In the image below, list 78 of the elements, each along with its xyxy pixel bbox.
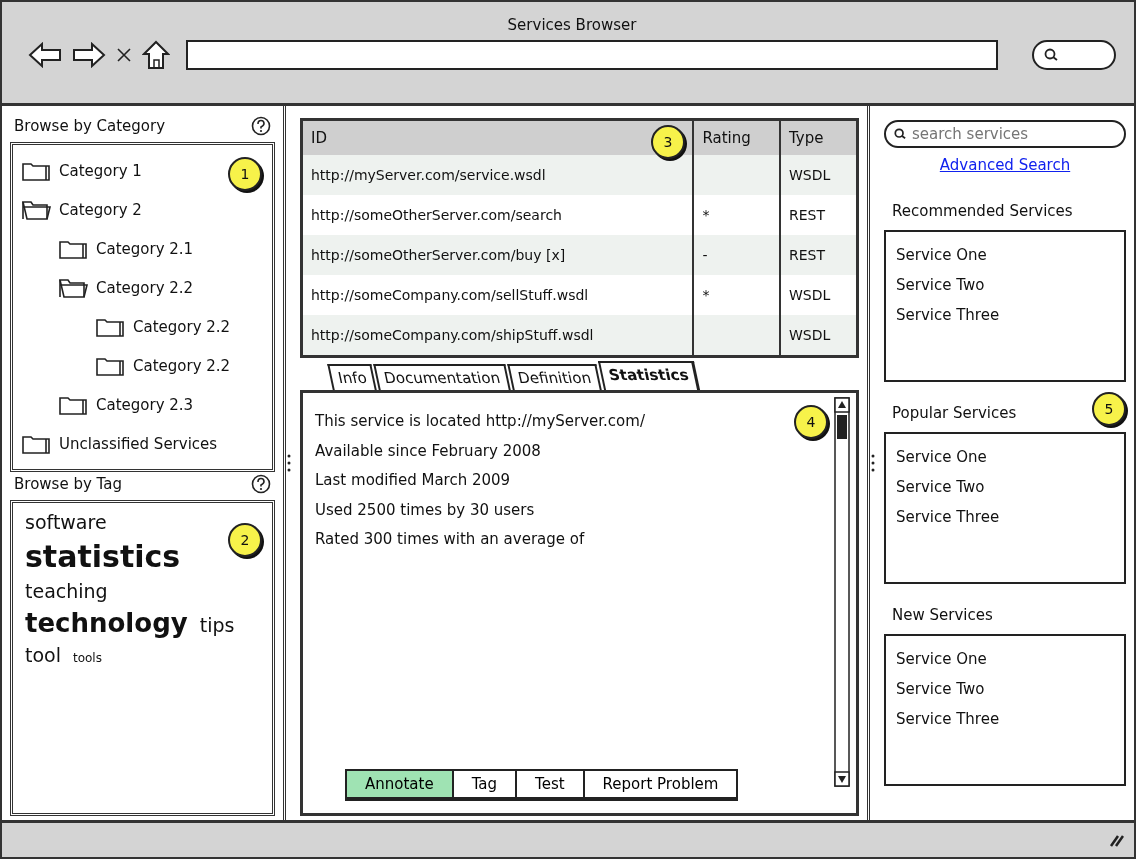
- list-item[interactable]: Service Three: [896, 704, 1000, 734]
- detail-text: Available since February 2008: [315, 440, 541, 462]
- detail-text: Used 2500 times by 30 users: [315, 499, 535, 521]
- list-title: Recommended Services: [892, 202, 1073, 220]
- tag-link[interactable]: software: [25, 511, 107, 533]
- tab[interactable]: Info: [327, 364, 378, 390]
- resize-grip-icon[interactable]: [1108, 833, 1124, 847]
- detail-text: Last modified March 2009: [315, 470, 511, 491]
- callout-marker: 2: [228, 523, 262, 557]
- table-cell: http://someCompany.com/shipStuff.wsdl: [303, 315, 694, 355]
- tree-item[interactable]: Category 2.2: [13, 268, 194, 307]
- list-item[interactable]: Service Three: [896, 300, 1000, 330]
- window-title: Services Browser: [507, 16, 637, 34]
- callout-marker: 5: [1092, 392, 1126, 426]
- search-icon: [894, 128, 906, 140]
- tag-link[interactable]: tips: [199, 614, 235, 636]
- table-cell: *: [702, 287, 710, 303]
- list-item[interactable]: Service One: [896, 240, 987, 270]
- address-field[interactable]: [186, 40, 998, 70]
- panel-title: Browse by Category: [14, 117, 166, 135]
- table-cell: http://someOtherServer.com/search: [303, 195, 694, 235]
- help-icon[interactable]: [251, 116, 271, 136]
- table-cell: WSDL: [779, 315, 856, 355]
- advanced-search-link[interactable]: Advanced Search: [939, 156, 1071, 174]
- table-cell: -: [702, 247, 708, 263]
- table-cell: http://someCompany.com/sellStuff.wsdl: [303, 275, 694, 315]
- list-item[interactable]: Service One: [896, 442, 987, 472]
- search-button[interactable]: [1032, 40, 1116, 70]
- close-icon[interactable]: [116, 47, 132, 63]
- detail-text: This service is located http://myServer.com/: [315, 411, 645, 432]
- splitter-grip-icon[interactable]: [871, 453, 875, 473]
- callout-marker: 4: [794, 405, 828, 439]
- tag-link[interactable]: tools: [73, 651, 102, 665]
- column-header[interactable]: Rating: [693, 121, 780, 155]
- table-cell: WSDL: [779, 155, 856, 195]
- list-item[interactable]: Service Two: [896, 270, 985, 300]
- column-header[interactable]: Type: [779, 121, 856, 155]
- help-icon[interactable]: [251, 474, 271, 494]
- open-folder-icon: [21, 198, 51, 221]
- list-item[interactable]: Service Three: [896, 502, 1000, 532]
- list-title: New Services: [892, 606, 993, 624]
- tab[interactable]: Definition: [507, 364, 602, 390]
- tag-link[interactable]: teaching: [25, 580, 108, 602]
- tag-link[interactable]: statistics: [25, 539, 181, 574]
- action-button[interactable]: Report Problem: [582, 769, 739, 801]
- forward-arrow-icon[interactable]: [72, 42, 106, 68]
- table-cell: http://someOtherServer.com/buy [x]: [303, 235, 694, 275]
- list-title: Popular Services: [892, 404, 1017, 422]
- home-icon[interactable]: [142, 40, 170, 70]
- tree-item[interactable]: Category 2: [13, 190, 142, 229]
- tree-item[interactable]: Category 1: [13, 151, 142, 190]
- tree-item[interactable]: Unclassified Services: [13, 424, 218, 463]
- action-button[interactable]: Test: [515, 769, 585, 801]
- scrollbar[interactable]: [834, 397, 850, 787]
- tag-link[interactable]: tool: [25, 644, 61, 666]
- tree-item[interactable]: Category 2.2: [13, 346, 231, 385]
- tree-item[interactable]: Category 2.1: [13, 229, 194, 268]
- table-cell: REST: [779, 235, 856, 275]
- action-button[interactable]: Annotate: [345, 769, 454, 801]
- search-field[interactable]: search services: [884, 120, 1126, 148]
- tree-item[interactable]: Category 2.2: [13, 307, 231, 346]
- tree-item[interactable]: Category 2.3: [13, 385, 194, 424]
- list-item[interactable]: Service Two: [896, 674, 985, 704]
- list-item[interactable]: Service Two: [896, 472, 985, 502]
- back-arrow-icon[interactable]: [28, 42, 62, 68]
- table-cell: http://myServer.com/service.wsdl: [303, 155, 694, 195]
- panel-title: Browse by Tag: [14, 475, 122, 493]
- callout-marker: 1: [228, 157, 262, 191]
- tab[interactable]: Statistics: [597, 361, 701, 390]
- detail-text: Rated 300 times with an average of: [315, 529, 585, 550]
- list-item[interactable]: Service One: [896, 644, 987, 674]
- search-icon: [1044, 48, 1058, 62]
- table-cell: *: [702, 207, 710, 223]
- splitter-grip-icon[interactable]: [287, 453, 291, 473]
- tag-link[interactable]: technology: [25, 608, 188, 638]
- action-button[interactable]: Tag: [451, 769, 518, 801]
- open-folder-icon: [58, 276, 88, 299]
- tab[interactable]: Documentation: [373, 364, 511, 390]
